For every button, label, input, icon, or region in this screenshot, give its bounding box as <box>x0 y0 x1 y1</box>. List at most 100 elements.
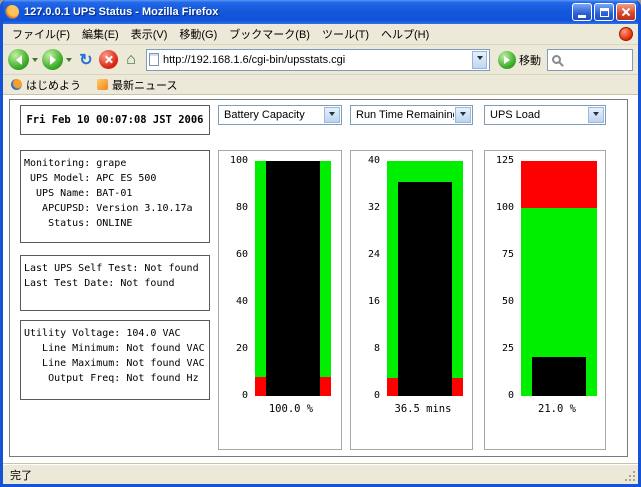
chevron-down-icon <box>477 56 483 63</box>
tick-label: 50 <box>502 297 514 307</box>
gauge-value-bar <box>532 357 586 396</box>
menu-edit[interactable]: 編集(E) <box>76 24 125 44</box>
url-history-dropdown[interactable] <box>472 51 487 69</box>
tick-label: 8 <box>374 344 380 354</box>
tick-label: 125 <box>496 156 514 166</box>
gauge-column <box>387 161 463 396</box>
report-timestamp: Fri Feb 10 00:07:08 JST 2006 <box>20 105 210 135</box>
ups-load-select[interactable]: UPS Load <box>484 105 606 125</box>
tick-label: 60 <box>236 250 248 260</box>
run-time-remaining-select[interactable]: Run Time Remaining <box>350 105 473 125</box>
select-dropdown-button[interactable] <box>588 107 604 123</box>
tick-label: 24 <box>368 250 380 260</box>
gauge-value-label: 36.5 mins <box>383 403 463 415</box>
ups-voltage-info: Utility Voltage: 104.0 VAC Line Minimum:… <box>20 320 210 400</box>
titlebar[interactable]: 127.0.0.1 UPS Status - Mozilla Firefox <box>0 0 641 24</box>
battery-capacity-gauge: 0 20 40 60 80 100 100.0 % <box>218 150 342 450</box>
menu-help[interactable]: ヘルプ(H) <box>375 24 435 44</box>
status-text: 完了 <box>10 467 32 483</box>
close-icon <box>621 7 631 17</box>
gauge-value-label: 21.0 % <box>517 403 597 415</box>
ups-monitoring-info: Monitoring: grape UPS Model: APC ES 500 … <box>20 150 210 243</box>
search-icon <box>552 55 561 64</box>
tick-label: 20 <box>236 344 248 354</box>
bookmark-latest-news[interactable]: 最新ニュース <box>97 77 177 93</box>
menu-file[interactable]: ファイル(F) <box>6 24 76 44</box>
tick-label: 80 <box>236 203 248 213</box>
forward-dropdown-arrow[interactable] <box>66 58 72 65</box>
resize-grip[interactable] <box>623 469 637 483</box>
chevron-down-icon <box>593 112 599 119</box>
tick-label: 32 <box>368 203 380 213</box>
url-bar[interactable]: http://192.168.1.6/cgi-bin/upsstats.cgi <box>146 49 490 71</box>
back-dropdown-arrow[interactable] <box>32 58 38 65</box>
bookmark-getting-started[interactable]: はじめよう <box>11 77 81 93</box>
back-arrow-icon <box>11 55 22 65</box>
maximize-icon <box>600 8 609 17</box>
battery-capacity-select[interactable]: Battery Capacity <box>218 105 342 125</box>
tick-label: 100 <box>496 203 514 213</box>
minimize-button[interactable] <box>572 3 592 21</box>
go-button-label: 移動 <box>519 52 541 68</box>
tick-label: 40 <box>236 297 248 307</box>
stop-icon <box>103 54 114 65</box>
gauge-value-label: 100.0 % <box>251 403 331 415</box>
page-favicon <box>149 53 159 66</box>
select-value: Battery Capacity <box>224 109 323 121</box>
menu-tools[interactable]: ツール(T) <box>316 24 375 44</box>
tick-label: 100 <box>230 156 248 166</box>
chevron-down-icon <box>329 112 335 119</box>
tick-label: 25 <box>502 344 514 354</box>
gauge-scale: 0816243240 <box>351 161 383 396</box>
back-button[interactable] <box>8 49 29 70</box>
bookmark-icon <box>11 79 22 90</box>
gauge-scale: 020406080100 <box>219 161 251 396</box>
run-time-remaining-gauge: 0 8 16 24 32 40 36.5 mins <box>350 150 473 450</box>
page-content: Fri Feb 10 00:07:08 JST 2006 Battery Cap… <box>3 95 638 464</box>
search-input[interactable] <box>547 49 633 71</box>
menubar: ファイル(F) 編集(E) 表示(V) 移動(G) ブックマーク(B) ツール(… <box>3 24 638 45</box>
go-button[interactable]: 移動 <box>495 51 544 69</box>
statusbar: 完了 <box>3 464 638 484</box>
menu-go[interactable]: 移動(G) <box>173 24 223 44</box>
gauge-value-bar <box>398 182 452 396</box>
menu-bookmarks[interactable]: ブックマーク(B) <box>223 24 316 44</box>
gauge-zone <box>521 161 597 208</box>
select-dropdown-button[interactable] <box>455 107 471 123</box>
update-notification-icon[interactable] <box>619 27 633 41</box>
tick-label: 16 <box>368 297 380 307</box>
tick-label: 0 <box>374 391 380 401</box>
bookmark-icon <box>97 79 108 90</box>
gauge-body: 0255075100125 <box>485 161 605 396</box>
gauge-column <box>255 161 331 396</box>
home-button[interactable]: ⌂ <box>121 52 141 68</box>
forward-button[interactable] <box>42 49 63 70</box>
select-dropdown-button[interactable] <box>324 107 340 123</box>
tick-label: 40 <box>368 156 380 166</box>
maximize-button[interactable] <box>594 3 614 21</box>
window-title: 127.0.0.1 UPS Status - Mozilla Firefox <box>24 6 567 18</box>
gauge-body: 0816243240 <box>351 161 472 396</box>
gauge-body: 020406080100 <box>219 161 341 396</box>
ups-selftest-info: Last UPS Self Test: Not found Last Test … <box>20 255 210 311</box>
tick-label: 0 <box>242 391 248 401</box>
gauge-scale: 0255075100125 <box>485 161 517 396</box>
chevron-down-icon <box>460 112 466 119</box>
close-button[interactable] <box>616 3 636 21</box>
gauge-column <box>521 161 597 396</box>
select-value: Run Time Remaining <box>356 109 454 121</box>
bookmarks-toolbar: はじめよう 最新ニュース <box>3 75 638 95</box>
forward-arrow-icon <box>50 55 61 65</box>
stop-button[interactable] <box>99 50 118 69</box>
reload-button[interactable]: ↻ <box>76 50 96 70</box>
browser-window: 127.0.0.1 UPS Status - Mozilla Firefox フ… <box>0 0 641 487</box>
menu-view[interactable]: 表示(V) <box>125 24 174 44</box>
navigation-toolbar: ↻ ⌂ http://192.168.1.6/cgi-bin/upsstats.… <box>3 45 638 75</box>
url-input[interactable]: http://192.168.1.6/cgi-bin/upsstats.cgi <box>163 54 468 66</box>
ups-load-gauge: 0255075100125 21.0 % <box>484 150 606 450</box>
tick-label: 75 <box>502 250 514 260</box>
minimize-icon <box>578 15 586 18</box>
bookmark-label: はじめよう <box>26 77 81 93</box>
select-value: UPS Load <box>490 109 587 121</box>
bookmark-label: 最新ニュース <box>112 77 177 93</box>
